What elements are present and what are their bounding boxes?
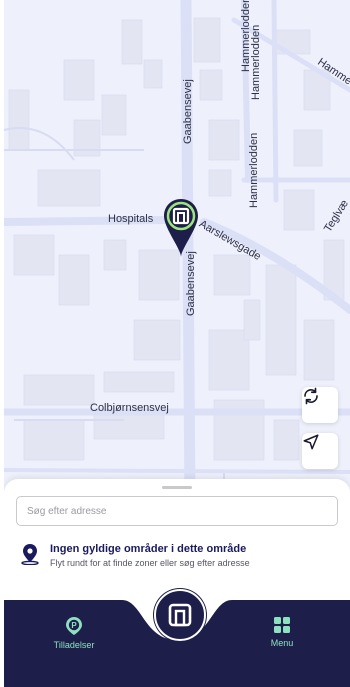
svg-text:P: P [71,621,77,630]
street-label-gaabensevej-mid: Gaabensevej [185,251,197,316]
street-label-gaabensevej-top: Gaabensevej [182,79,194,144]
center-parking-button[interactable] [154,589,206,641]
notice-subtitle: Flyt rundt for at finde zoner eller søg … [50,558,250,568]
street-label-hospitals: Hospitals [108,213,154,225]
parking-permit-icon: P [66,617,82,635]
refresh-icon [304,387,318,405]
address-search-input[interactable] [16,496,338,526]
map-pin-icon [164,199,198,257]
grid-menu-icon [274,617,290,633]
nav-label-tilladelser: Tilladelser [53,640,95,650]
map-view[interactable]: Hospitals Gaabensevej Gaabensevej Hammer… [4,0,350,500]
notice-title: Ingen gyldige områder i dette område [50,543,247,555]
location-pin[interactable] [162,197,200,259]
nav-label-menu: Menu [270,638,294,648]
street-label-colbjornsensvej: Colbjørnsensvej [90,402,169,414]
app-frame: Hospitals Gaabensevej Gaabensevej Hammer… [4,0,350,687]
navigation-arrow-icon [303,434,319,450]
location-marker-icon [21,544,39,565]
no-zones-notice: Ingen gyldige områder i dette område Fly… [20,543,250,568]
nav-item-menu[interactable]: Menu [242,616,322,648]
app-logo-icon [168,603,192,627]
drag-handle[interactable] [162,486,192,489]
street-label-hammerlodden-3: Hammerlodden [248,132,260,208]
nav-item-tilladelser[interactable]: P Tilladelser [34,616,114,650]
refresh-map-button[interactable] [302,387,338,423]
locate-me-button[interactable] [302,433,338,469]
street-label-hammerlodden-2: Hammerlodden [250,24,262,100]
